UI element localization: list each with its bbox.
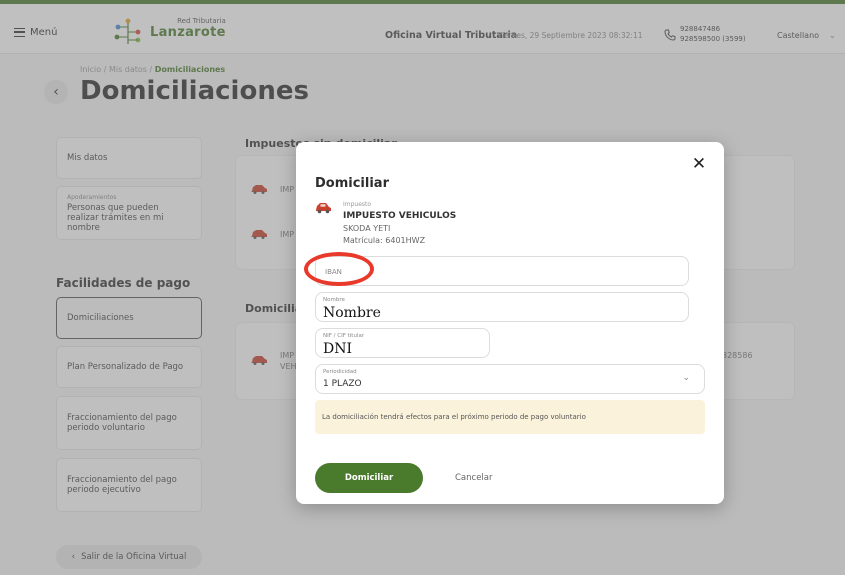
nif-input[interactable]: NIF / CIF titular DNI: [315, 328, 490, 358]
vehicle-model: SKODA YETI: [343, 224, 391, 233]
tax-caption: Impuesto: [343, 201, 372, 208]
vehicle-plate: Matrícula: 6401HWZ: [343, 236, 426, 245]
chevron-down-icon: ⌄: [682, 373, 690, 383]
domiciliar-dialog: ✕ Domiciliar Impuesto IMPUESTO VEHICULOS…: [296, 142, 724, 504]
domiciliar-button[interactable]: Domiciliar: [315, 463, 423, 493]
tax-name: IMPUESTO VEHICULOS: [343, 211, 457, 221]
dialog-title: Domiciliar: [315, 176, 389, 191]
name-value: Nombre: [323, 305, 381, 321]
name-label: Nombre: [323, 297, 345, 303]
close-icon[interactable]: ✕: [691, 156, 707, 173]
iban-highlight-circle: [304, 252, 374, 286]
nif-label: NIF / CIF titular: [323, 333, 365, 339]
nif-value: DNI: [323, 341, 353, 357]
periodicity-label: Periodicidad: [323, 369, 357, 375]
periodicity-value: 1 PLAZO: [323, 379, 362, 389]
periodicity-select[interactable]: Periodicidad 1 PLAZO ⌄: [315, 364, 705, 394]
cancel-button[interactable]: Cancelar: [455, 473, 493, 483]
name-input[interactable]: Nombre Nombre: [315, 292, 689, 322]
info-notice: La domiciliación tendrá efectos para el …: [315, 400, 705, 434]
car-icon: [316, 203, 331, 214]
